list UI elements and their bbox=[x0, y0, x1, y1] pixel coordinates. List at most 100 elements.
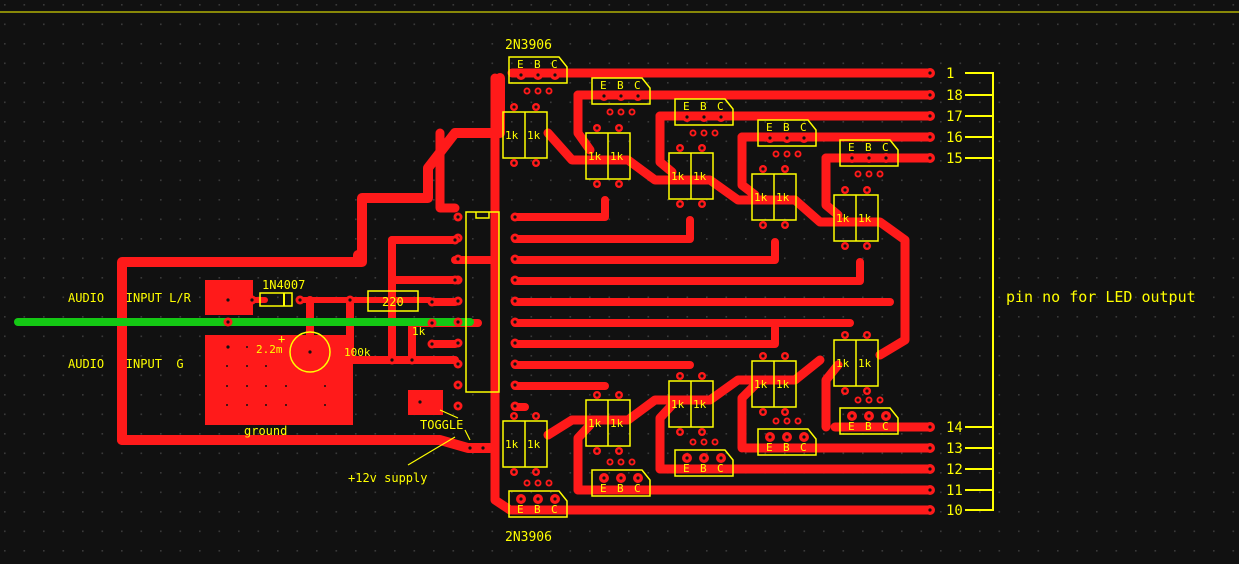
pad-hole bbox=[768, 435, 772, 439]
resistor-value: 1k bbox=[858, 212, 872, 225]
pad-hole bbox=[595, 449, 599, 453]
pad-hole bbox=[685, 115, 689, 119]
transistor-pin-label: C bbox=[551, 58, 558, 71]
pad-hole bbox=[785, 152, 789, 156]
resistor-value: 1k bbox=[671, 398, 685, 411]
pad-hole bbox=[513, 299, 517, 303]
pad-hole bbox=[700, 146, 704, 150]
transistor-pin-label: E bbox=[517, 503, 524, 516]
pad-hole bbox=[928, 135, 932, 139]
pad-hole bbox=[512, 414, 516, 418]
pad-hole bbox=[513, 383, 517, 387]
output-pin-label: 11 bbox=[946, 483, 963, 499]
pad-hole bbox=[768, 136, 772, 140]
resistor-value: 1k bbox=[836, 212, 850, 225]
pad-hole bbox=[534, 161, 538, 165]
pad-hole bbox=[867, 398, 871, 402]
transistor-pin-label: B bbox=[534, 58, 541, 71]
pad-hole bbox=[884, 156, 888, 160]
resistor-value: 1k bbox=[776, 378, 790, 391]
transistor-pin-label: B bbox=[783, 441, 790, 454]
transistor-pin-label: C bbox=[634, 79, 641, 92]
pad-hole bbox=[308, 350, 312, 354]
transistor-pin-label: C bbox=[717, 462, 724, 475]
transistor-pin-label: C bbox=[882, 420, 889, 433]
transistor-pin-label: E bbox=[766, 441, 773, 454]
pad-hole bbox=[702, 440, 706, 444]
output-pin-label: 15 bbox=[946, 151, 963, 167]
resistor-value: 1k bbox=[527, 129, 541, 142]
pad-hole bbox=[547, 89, 551, 93]
pad-hole bbox=[678, 146, 682, 150]
transistor-pin-label: B bbox=[617, 482, 624, 495]
transistor-pin-label: C bbox=[800, 121, 807, 134]
resistor-value: 1k bbox=[754, 191, 768, 204]
output-pin-label: 16 bbox=[946, 130, 963, 146]
resistor-220-label: 220 bbox=[382, 295, 404, 309]
pad-hole bbox=[678, 374, 682, 378]
pad-hole bbox=[513, 341, 517, 345]
pad-hole bbox=[685, 456, 689, 460]
pad-hole bbox=[636, 94, 640, 98]
transistor-pin-label: E bbox=[683, 462, 690, 475]
pad-hole bbox=[850, 156, 854, 160]
pad-hole bbox=[512, 105, 516, 109]
pad-hole bbox=[468, 446, 472, 450]
pad-hole bbox=[608, 110, 612, 114]
pad-hole bbox=[595, 126, 599, 130]
pad-hole bbox=[783, 223, 787, 227]
pad-hole bbox=[226, 345, 230, 349]
pad-hole bbox=[602, 476, 606, 480]
resistor-value: 1k bbox=[610, 150, 624, 163]
pad-hole bbox=[691, 131, 695, 135]
pad-hole bbox=[525, 481, 529, 485]
output-pin-label: 1 bbox=[946, 66, 954, 82]
transistor-pin-label: B bbox=[865, 420, 872, 433]
pad-hole bbox=[617, 182, 621, 186]
pad-hole bbox=[617, 393, 621, 397]
ground-label: ground bbox=[244, 424, 287, 438]
pad-hole bbox=[519, 73, 523, 77]
pad-hole bbox=[761, 410, 765, 414]
transistor-pin-label: E bbox=[600, 482, 607, 495]
pad-hole bbox=[700, 374, 704, 378]
pad-hole bbox=[630, 460, 634, 464]
resistor-value: 1k bbox=[754, 378, 768, 391]
pad-hole bbox=[512, 470, 516, 474]
pad-hole bbox=[410, 358, 414, 362]
pad-hole bbox=[456, 383, 460, 387]
pad-hole bbox=[865, 389, 869, 393]
supply-label: +12v supply bbox=[348, 471, 427, 485]
pad-hole bbox=[719, 115, 723, 119]
pad-hole bbox=[547, 481, 551, 485]
pad-hole bbox=[865, 244, 869, 248]
pad-hole bbox=[928, 508, 932, 512]
output-pin-label: 13 bbox=[946, 441, 963, 457]
pad-hole bbox=[884, 414, 888, 418]
transistor-pin-label: E bbox=[848, 141, 855, 154]
pad-hole bbox=[430, 321, 434, 325]
transistor-pin-label: B bbox=[865, 141, 872, 154]
pad-hole bbox=[456, 404, 460, 408]
pad-hole bbox=[928, 93, 932, 97]
pad-hole bbox=[553, 73, 557, 77]
pad-hole bbox=[536, 73, 540, 77]
pad-hole bbox=[678, 430, 682, 434]
resistor-value: 1k bbox=[858, 357, 872, 370]
pad-hole bbox=[785, 419, 789, 423]
pad-hole bbox=[802, 435, 806, 439]
pad-hole bbox=[928, 71, 932, 75]
pad-hole bbox=[608, 460, 612, 464]
transistor-pin-label: B bbox=[783, 121, 790, 134]
transistor-pin-label: C bbox=[800, 441, 807, 454]
pad-hole bbox=[513, 362, 517, 366]
output-pin-label: 10 bbox=[946, 503, 963, 519]
resistor-value: 1k bbox=[588, 150, 602, 163]
pad-hole bbox=[702, 131, 706, 135]
capacitor-plus: + bbox=[278, 332, 285, 346]
pad-hole bbox=[630, 110, 634, 114]
pad-hole bbox=[619, 460, 623, 464]
pad-hole bbox=[843, 333, 847, 337]
pad-hole bbox=[390, 358, 394, 362]
pad-hole bbox=[856, 398, 860, 402]
